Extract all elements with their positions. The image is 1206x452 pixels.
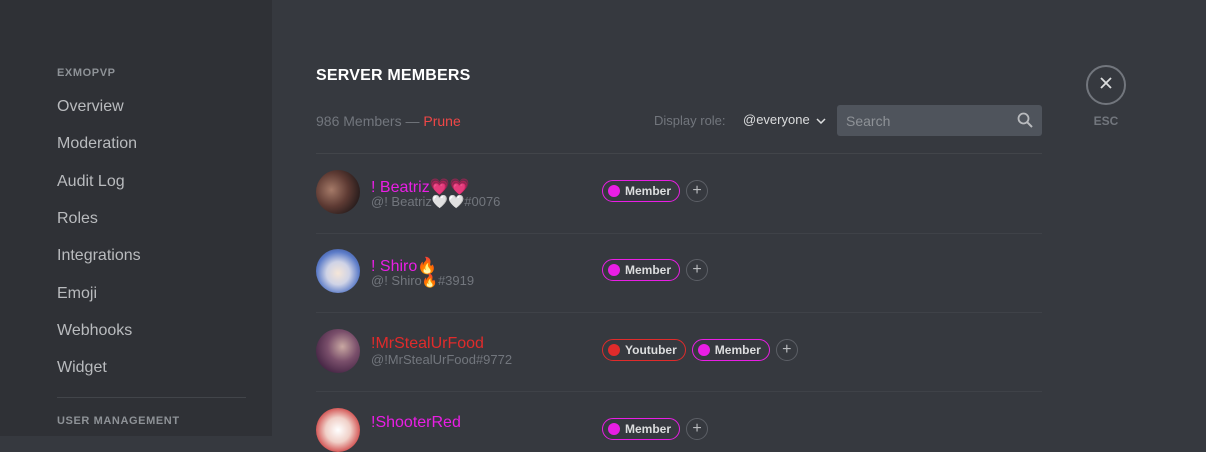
role-color-dot[interactable] <box>697 344 710 356</box>
sidebar-item-audit-log[interactable]: Audit Log <box>57 173 125 191</box>
header-divider <box>316 153 1042 154</box>
sidebar-item-integrations[interactable]: Integrations <box>57 247 141 265</box>
chevron-down-icon <box>816 112 826 127</box>
member-tag: @! Beatriz🤍🤍#0076 <box>371 194 501 209</box>
member-roles: Member + <box>602 180 709 202</box>
add-role-button[interactable]: + <box>775 339 798 361</box>
member-roles: Youtuber Member + <box>602 339 798 361</box>
row-divider <box>316 312 1042 313</box>
close-icon <box>1100 76 1112 94</box>
add-role-button[interactable]: + <box>686 180 709 202</box>
esc-label: ESC <box>1093 114 1119 128</box>
role-color-dot[interactable] <box>608 264 620 276</box>
sidebar-item-webhooks[interactable]: Webhooks <box>57 322 132 340</box>
server-members-panel: SERVER MEMBERS 986 Members — Prune Displ… <box>272 0 1206 452</box>
plus-icon: + <box>692 182 702 199</box>
user-management-header: USER MANAGEMENT <box>57 415 180 427</box>
role-pill-member[interactable]: Member <box>691 339 770 361</box>
sidebar-item-roles[interactable]: Roles <box>57 210 98 228</box>
member-display-name[interactable]: !ShooterRed <box>371 414 461 432</box>
role-pill-member[interactable]: Member <box>602 259 681 281</box>
sidebar-divider <box>57 397 246 398</box>
role-pill-youtuber[interactable]: Youtuber <box>602 339 686 361</box>
role-color-dot[interactable] <box>608 185 620 197</box>
prune-link[interactable]: Prune <box>423 113 460 129</box>
sidebar-item-moderation[interactable]: Moderation <box>57 135 137 153</box>
member-roles: Member + <box>602 418 709 440</box>
sidebar-item-overview[interactable]: Overview <box>57 98 124 116</box>
search-icon[interactable] <box>1017 112 1033 133</box>
plus-icon: + <box>782 341 792 358</box>
member-display-name[interactable]: !MrStealUrFood <box>371 335 484 353</box>
role-name: Member <box>625 422 672 436</box>
settings-sidebar: EXMOPVP Overview Moderation Audit Log Ro… <box>0 0 272 436</box>
role-name: Youtuber <box>625 343 677 357</box>
member-count-text: 986 Members — <box>316 113 420 129</box>
member-search <box>837 105 1042 136</box>
display-role-label: Display role: <box>654 113 726 128</box>
member-count: 986 Members — Prune <box>316 113 461 129</box>
page-title: SERVER MEMBERS <box>316 67 471 84</box>
role-color-dot[interactable] <box>608 344 620 356</box>
plus-icon: + <box>692 261 702 278</box>
add-role-button[interactable]: + <box>686 418 709 440</box>
role-color-dot[interactable] <box>608 423 620 435</box>
add-role-button[interactable]: + <box>686 259 709 281</box>
search-input[interactable] <box>837 105 1016 136</box>
display-role-value: @everyone <box>743 112 810 127</box>
role-pill-member[interactable]: Member <box>602 180 681 202</box>
row-divider <box>316 391 1042 392</box>
avatar[interactable] <box>316 329 360 373</box>
member-roles: Member + <box>602 259 709 281</box>
avatar[interactable] <box>316 408 360 452</box>
member-tag: @!MrStealUrFood#9772 <box>371 352 513 367</box>
avatar[interactable] <box>316 170 360 214</box>
role-pill-member[interactable]: Member <box>602 418 681 440</box>
role-name: Member <box>714 343 761 357</box>
row-divider <box>316 233 1042 234</box>
display-role-dropdown[interactable]: @everyone <box>743 112 826 127</box>
role-name: Member <box>625 184 672 198</box>
close-button[interactable] <box>1086 65 1126 105</box>
server-name-header: EXMOPVP <box>57 67 116 79</box>
sidebar-item-emoji[interactable]: Emoji <box>57 285 97 303</box>
sidebar-item-widget[interactable]: Widget <box>57 359 107 377</box>
avatar[interactable] <box>316 249 360 293</box>
member-tag: @! Shiro🔥#3919 <box>371 273 475 288</box>
plus-icon: + <box>692 420 702 437</box>
role-name: Member <box>625 263 672 277</box>
